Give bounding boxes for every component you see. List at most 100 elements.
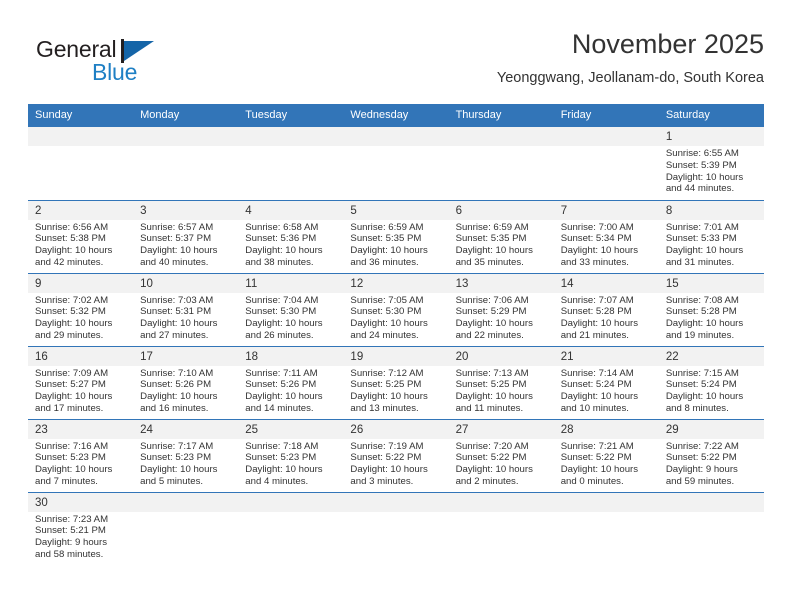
day-sun-info: Sunrise: 7:07 AM Sunset: 5:28 PM Daylight:… xyxy=(554,293,659,342)
day-sun-info: Sunrise: 7:16 AM Sunset: 5:23 PM Daylight:… xyxy=(28,439,133,488)
calendar-day-cell[interactable]: 6 Sunrise: 6:59 AM Sunset: 5:35 PM Daylight… xyxy=(448,199,554,273)
calendar-day-cell[interactable]: 9 Sunrise: 7:02 AM Sunset: 5:32 PM Daylight… xyxy=(28,272,134,346)
sunset-text: Sunset: 5:30 PM xyxy=(350,306,422,318)
sunset-text: Sunset: 5:22 PM xyxy=(455,452,527,464)
sunset-text: Sunset: 5:23 PM xyxy=(140,452,212,464)
daylight-text-line1: Daylight: 10 hours xyxy=(140,464,218,476)
weekday-header-saturday: Saturday xyxy=(658,104,764,127)
calendar-day-cell[interactable]: 10 Sunrise: 7:03 AM Sunset: 5:31 PM Dayligh… xyxy=(133,272,239,346)
daylight-text-line2: and 16 minutes. xyxy=(140,402,209,414)
sunrise-text: Sunrise: 7:19 AM xyxy=(350,440,424,452)
sunset-text: Sunset: 5:23 PM xyxy=(35,452,106,464)
day-number: 12 xyxy=(343,273,449,293)
sunrise-text: Sunrise: 7:01 AM xyxy=(665,221,739,233)
calendar-day-cell[interactable]: 21 Sunrise: 7:14 AM Sunset: 5:24 PM Dayligh… xyxy=(553,345,659,419)
day-number: 29 xyxy=(658,419,764,439)
calendar-day-cell[interactable]: 5 Sunrise: 6:59 AM Sunset: 5:35 PM Daylight… xyxy=(343,199,449,273)
calendar-day-cell[interactable]: 7 Sunrise: 7:00 AM Sunset: 5:34 PM Daylight… xyxy=(553,199,659,273)
calendar-day-cell[interactable]: 2 Sunrise: 6:56 AM Sunset: 5:38 PM Daylight… xyxy=(28,199,134,273)
calendar-day-cell-empty xyxy=(553,491,659,565)
daylight-text-line2: and 31 minutes. xyxy=(665,256,735,268)
calendar-page: General Blue November 2025 Yeonggwang, J… xyxy=(0,0,792,612)
daylight-text-line1: Daylight: 10 hours xyxy=(140,391,218,403)
daylight-text-line1: Daylight: 10 hours xyxy=(665,171,744,183)
sunrise-text: Sunrise: 6:55 AM xyxy=(665,148,739,159)
day-number: 6 xyxy=(448,200,554,220)
calendar-day-cell[interactable]: 1 Sunrise: 6:55 AM Sunset: 5:39 PM Daylight… xyxy=(658,127,764,200)
calendar-day-cell[interactable]: 30 Sunrise: 7:23 AM Sunset: 5:21 PM Dayligh… xyxy=(28,491,134,565)
daylight-text-line2: and 33 minutes. xyxy=(560,256,629,268)
day-sun-info: Sunrise: 7:08 AM Sunset: 5:28 PM Daylight:… xyxy=(659,293,764,342)
sunset-text: Sunset: 5:32 PM xyxy=(35,306,106,318)
calendar-day-cell[interactable]: 19 Sunrise: 7:12 AM Sunset: 5:25 PM Dayligh… xyxy=(343,345,449,419)
sunrise-text: Sunrise: 7:10 AM xyxy=(140,367,214,379)
daylight-text-line2: and 14 minutes. xyxy=(245,402,314,414)
calendar-day-cell[interactable]: 28 Sunrise: 7:21 AM Sunset: 5:22 PM Dayligh… xyxy=(553,418,659,492)
calendar-day-cell[interactable]: 4 Sunrise: 6:58 AM Sunset: 5:36 PM Daylight… xyxy=(238,199,344,273)
daylight-text-line2: and 0 minutes. xyxy=(560,475,624,487)
sunrise-text: Sunrise: 6:59 AM xyxy=(350,221,424,233)
calendar-day-cell[interactable]: 18 Sunrise: 7:11 AM Sunset: 5:26 PM Dayligh… xyxy=(238,345,344,419)
calendar-table: Sunday Monday Tuesday Wednesday Thursday… xyxy=(28,104,764,565)
calendar-day-cell[interactable]: 20 Sunrise: 7:13 AM Sunset: 5:25 PM Dayligh… xyxy=(448,345,554,419)
day-number: 11 xyxy=(238,273,344,293)
sunset-text: Sunset: 5:35 PM xyxy=(455,233,527,245)
day-number: 22 xyxy=(658,346,764,366)
day-sun-info: Sunrise: 7:17 AM Sunset: 5:23 PM Daylight:… xyxy=(133,439,238,488)
sunset-text: Sunset: 5:22 PM xyxy=(560,452,632,464)
daylight-text-line2: and 24 minutes. xyxy=(350,329,419,341)
sunrise-text: Sunrise: 7:03 AM xyxy=(140,294,214,306)
daylight-text-line2: and 35 minutes. xyxy=(455,256,524,268)
calendar-day-cell[interactable]: 15 Sunrise: 7:08 AM Sunset: 5:28 PM Dayligh… xyxy=(658,272,764,346)
weekday-header-friday: Friday xyxy=(553,104,659,127)
calendar-day-cell[interactable]: 12 Sunrise: 7:05 AM Sunset: 5:30 PM Dayligh… xyxy=(343,272,449,346)
daylight-text-line2: and 5 minutes. xyxy=(140,475,204,487)
day-sun-info: Sunrise: 7:14 AM Sunset: 5:24 PM Daylight:… xyxy=(554,366,659,415)
sunrise-text: Sunrise: 7:06 AM xyxy=(455,294,529,306)
day-sun-info: Sunrise: 7:18 AM Sunset: 5:23 PM Daylight:… xyxy=(238,439,343,488)
daylight-text-line2: and 4 minutes. xyxy=(245,475,309,487)
calendar-day-cell[interactable]: 23 Sunrise: 7:16 AM Sunset: 5:23 PM Dayligh… xyxy=(28,418,134,492)
calendar-day-cell-empty xyxy=(448,127,554,200)
daylight-text-line1: Daylight: 10 hours xyxy=(560,464,639,476)
day-sun-info: Sunrise: 7:13 AM Sunset: 5:25 PM Daylight:… xyxy=(449,366,554,415)
sunrise-text: Sunrise: 7:20 AM xyxy=(455,440,529,452)
logo-text-blue: Blue xyxy=(92,59,138,85)
day-number xyxy=(133,492,239,512)
day-number xyxy=(238,492,344,512)
day-sun-info: Sunrise: 7:05 AM Sunset: 5:30 PM Daylight:… xyxy=(343,293,448,342)
sunset-text: Sunset: 5:38 PM xyxy=(35,233,106,245)
daylight-text-line1: Daylight: 10 hours xyxy=(140,318,218,330)
day-number xyxy=(343,492,449,512)
daylight-text-line1: Daylight: 10 hours xyxy=(455,318,533,330)
day-sun-info: Sunrise: 7:20 AM Sunset: 5:22 PM Daylight:… xyxy=(449,439,554,488)
calendar-day-cell[interactable]: 8 Sunrise: 7:01 AM Sunset: 5:33 PM Daylight… xyxy=(658,199,764,273)
calendar-day-cell[interactable]: 29 Sunrise: 7:22 AM Sunset: 5:22 PM Dayligh… xyxy=(658,418,764,492)
calendar-day-cell[interactable]: 11 Sunrise: 7:04 AM Sunset: 5:30 PM Dayligh… xyxy=(238,272,344,346)
calendar-day-cell[interactable]: 25 Sunrise: 7:18 AM Sunset: 5:23 PM Dayligh… xyxy=(238,418,344,492)
sunrise-text: Sunrise: 7:04 AM xyxy=(245,294,319,306)
day-number xyxy=(448,492,554,512)
day-number: 21 xyxy=(553,346,659,366)
sunrise-text: Sunrise: 7:15 AM xyxy=(665,367,739,379)
calendar-day-cell[interactable]: 24 Sunrise: 7:17 AM Sunset: 5:23 PM Dayligh… xyxy=(133,418,239,492)
daylight-text-line2: and 8 minutes. xyxy=(665,402,729,414)
day-number xyxy=(28,127,134,146)
calendar-body: 1 Sunrise: 6:55 AM Sunset: 5:39 PM Daylight… xyxy=(28,127,764,565)
calendar-day-cell[interactable]: 3 Sunrise: 6:57 AM Sunset: 5:37 PM Daylight… xyxy=(133,199,239,273)
day-number: 4 xyxy=(238,200,344,220)
calendar-day-cell[interactable]: 26 Sunrise: 7:19 AM Sunset: 5:22 PM Dayligh… xyxy=(343,418,449,492)
weekday-header-row: Sunday Monday Tuesday Wednesday Thursday… xyxy=(28,104,764,127)
calendar-day-cell[interactable]: 14 Sunrise: 7:07 AM Sunset: 5:28 PM Dayligh… xyxy=(553,272,659,346)
general-blue-logo[interactable]: General Blue xyxy=(36,36,236,94)
daylight-text-line2: and 10 minutes. xyxy=(560,402,629,414)
calendar-day-cell[interactable]: 22 Sunrise: 7:15 AM Sunset: 5:24 PM Dayligh… xyxy=(658,345,764,419)
calendar-day-cell[interactable]: 17 Sunrise: 7:10 AM Sunset: 5:26 PM Dayligh… xyxy=(133,345,239,419)
daylight-text-line2: and 36 minutes. xyxy=(350,256,419,268)
day-sun-info: Sunrise: 7:04 AM Sunset: 5:30 PM Daylight:… xyxy=(238,293,343,342)
sunset-text: Sunset: 5:31 PM xyxy=(140,306,212,318)
calendar-day-cell[interactable]: 27 Sunrise: 7:20 AM Sunset: 5:22 PM Dayligh… xyxy=(448,418,554,492)
sunset-text: Sunset: 5:24 PM xyxy=(665,379,737,391)
calendar-day-cell[interactable]: 13 Sunrise: 7:06 AM Sunset: 5:29 PM Dayligh… xyxy=(448,272,554,346)
calendar-day-cell[interactable]: 16 Sunrise: 7:09 AM Sunset: 5:27 PM Dayligh… xyxy=(28,345,134,419)
